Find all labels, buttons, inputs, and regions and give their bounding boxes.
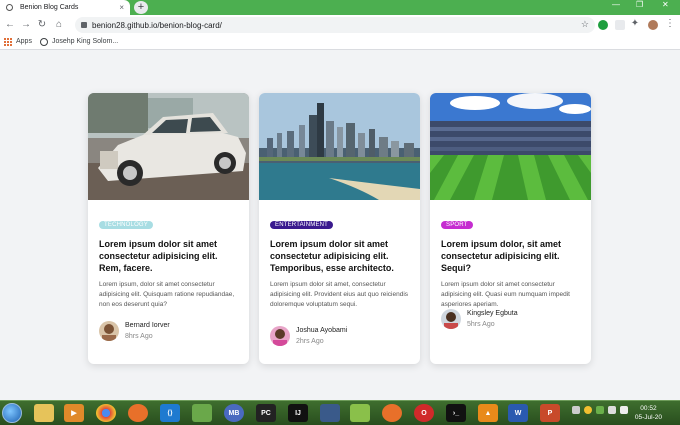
browser-tab[interactable]: Benion Blog Cards ×	[0, 0, 130, 15]
app-icon[interactable]	[350, 404, 370, 422]
avatar	[270, 326, 290, 346]
browser-tab-strip: Benion Blog Cards × + — ❐ ✕	[0, 0, 680, 15]
pycharm-icon[interactable]: PC	[256, 404, 276, 422]
app-icon[interactable]	[320, 404, 340, 422]
post-time: 5hrs Ago	[467, 321, 495, 328]
minimize-icon[interactable]: —	[612, 0, 620, 9]
avatar	[441, 309, 461, 329]
tray-arrow-icon[interactable]	[572, 406, 580, 414]
vscode-icon[interactable]: ⟨⟩	[160, 404, 180, 422]
system-clock[interactable]: 00:52 05-Jul-20	[635, 404, 662, 422]
tray-app-icon[interactable]	[596, 406, 604, 414]
notepad-icon[interactable]	[192, 404, 212, 422]
car-image	[88, 93, 249, 200]
browser-toolbar: ← → ↻ ⌂ benion28.github.io/benion-blog-c…	[0, 15, 680, 35]
author-block: Kingsley Egbuta 5hrs Ago	[441, 309, 518, 329]
word-icon[interactable]: W	[508, 404, 528, 422]
vlc-icon[interactable]: ▲	[478, 404, 498, 422]
clock-time: 00:52	[640, 405, 657, 412]
windows-taskbar: ▶ ⟨⟩ MB PC IJ O ›_ ▲ W P 00:52 05-Jul-20	[0, 400, 680, 425]
author-block: Bernard Iorver 8hrs Ago	[99, 321, 170, 341]
address-bar[interactable]: benion28.github.io/benion-blog-card/ ☆	[75, 17, 595, 33]
blog-card-technology[interactable]: TECHNOLOGY Lorem ipsum dolor sit amet co…	[88, 93, 249, 364]
clock-date: 05-Jul-20	[634, 414, 662, 421]
menu-icon[interactable]: ⋮	[664, 18, 676, 30]
avatar	[99, 321, 119, 341]
url-text: benion28.github.io/benion-blog-card/	[92, 20, 222, 30]
maximize-icon[interactable]: ❐	[636, 0, 643, 9]
intellij-icon[interactable]: IJ	[288, 404, 308, 422]
home-icon[interactable]: ⌂	[53, 19, 65, 31]
author-name: Kingsley Egbuta	[467, 310, 518, 317]
explorer-icon[interactable]	[34, 404, 54, 422]
bookmark-apps[interactable]: Apps	[16, 38, 32, 45]
globe-icon	[6, 4, 13, 11]
extension-check-icon[interactable]	[598, 20, 608, 30]
post-time: 2hrs Ago	[296, 338, 324, 345]
blog-card-sport[interactable]: SPORT Lorem ipsum dolor, sit amet consec…	[430, 93, 591, 364]
apps-grid-icon[interactable]	[4, 38, 12, 46]
globe-icon	[40, 38, 48, 46]
city-skyline-image	[259, 93, 420, 200]
forward-icon[interactable]: →	[20, 19, 32, 31]
tab-title: Benion Blog Cards	[20, 4, 79, 11]
media-player-icon[interactable]: ▶	[64, 404, 84, 422]
author-name: Bernard Iorver	[125, 322, 170, 329]
start-button[interactable]	[2, 403, 22, 423]
powerpoint-icon[interactable]: P	[540, 404, 560, 422]
window-close-icon[interactable]: ✕	[662, 0, 669, 9]
close-tab-icon[interactable]: ×	[119, 3, 124, 12]
author-name: Joshua Ayobami	[296, 327, 348, 334]
author-block: Joshua Ayobami 2hrs Ago	[270, 326, 347, 346]
opera-icon[interactable]: O	[414, 404, 434, 422]
bookmarks-bar: Apps Josehp King Solom...	[0, 35, 680, 50]
bookmark-item[interactable]: Josehp King Solom...	[52, 38, 118, 45]
profile-avatar[interactable]	[648, 20, 658, 30]
category-tag[interactable]: SPORT	[441, 221, 473, 229]
category-tag[interactable]: TECHNOLOGY	[99, 221, 154, 229]
chrome-icon[interactable]	[96, 404, 116, 422]
tray-app-icon[interactable]	[584, 406, 592, 414]
card-title[interactable]: Lorem ipsum dolor, sit amet consectetur …	[441, 238, 580, 274]
post-time: 8hrs Ago	[125, 333, 153, 340]
cmd-icon[interactable]: ›_	[446, 404, 466, 422]
back-icon[interactable]: ←	[4, 19, 16, 31]
stadium-image	[430, 93, 591, 200]
new-tab-button[interactable]: +	[134, 1, 148, 14]
app-icon[interactable]	[382, 404, 402, 422]
card-text: Lorem ipsum dolor sit amet, consectetur …	[270, 281, 409, 308]
category-tag[interactable]: ENTERTAINMENT	[270, 221, 334, 229]
firefox-icon[interactable]	[128, 404, 148, 422]
card-text: Lorem ipsum, dolor sit amet consectetur …	[99, 281, 235, 308]
lock-icon	[81, 22, 87, 28]
card-text: Lorem ipsum dolor sit amet consectetur a…	[441, 281, 570, 308]
card-title[interactable]: Lorem ipsum dolor sit amet consectetur a…	[99, 238, 238, 274]
mb-icon[interactable]: MB	[224, 404, 244, 422]
blog-card-entertainment[interactable]: ENTERTAINMENT Lorem ipsum dolor sit amet…	[259, 93, 420, 364]
reload-icon[interactable]: ↻	[36, 19, 48, 31]
card-title[interactable]: Lorem ipsum dolor sit amet consectetur a…	[270, 238, 409, 274]
bookmark-star-icon[interactable]: ☆	[581, 19, 589, 30]
puzzle-icon[interactable]: ✦	[629, 18, 641, 30]
extension-icon[interactable]	[615, 20, 625, 30]
volume-icon[interactable]	[620, 406, 628, 414]
network-icon[interactable]	[608, 406, 616, 414]
